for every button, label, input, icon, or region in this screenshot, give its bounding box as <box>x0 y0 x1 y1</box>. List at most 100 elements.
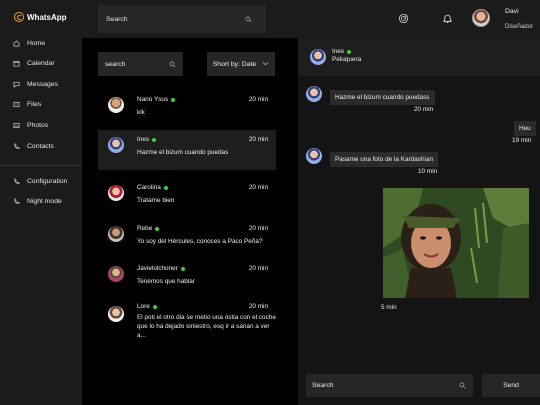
chat-name: Nano Ysus <box>137 96 176 103</box>
chat-preview: Yo soy del Hércules, conoces a Paco Peña… <box>137 238 263 245</box>
chat-name-text: Rebe <box>137 225 153 232</box>
chat-preview: Hazme el bizum cuando puedas <box>137 149 229 156</box>
chat-time: 20 min <box>248 225 268 232</box>
chat-item-javielolchoner[interactable]: Javielolchoner 20 min Tenemos que hablar <box>98 259 276 299</box>
sidebar-item-calendar[interactable]: Calendar <box>13 60 55 67</box>
chat-preview: El poti el otro dia se metio una ostia c… <box>137 314 276 339</box>
avatar <box>108 306 124 322</box>
chevron-down-icon <box>262 61 269 68</box>
chat-time: 20 min <box>248 184 268 191</box>
chat-search-input[interactable]: search <box>98 52 183 76</box>
search-icon <box>459 382 466 389</box>
sidebar-item-files[interactable]: Files <box>13 101 41 108</box>
sidebar: WhatsApp Home Calendar Messages Files Ph… <box>0 0 82 405</box>
calendar-icon <box>13 60 20 67</box>
sidebar-item-home[interactable]: Home <box>13 40 45 47</box>
online-indicator <box>163 185 168 190</box>
chat-item-carolina[interactable]: Carolina 20 min Tratame bien <box>98 178 276 218</box>
chat-item-lore[interactable]: Lore 20 min El poti el otro dia se metio… <box>98 297 276 349</box>
sidebar-item-messages[interactable]: Messages <box>13 81 58 88</box>
image-icon <box>13 122 20 129</box>
chat-icon <box>13 81 20 88</box>
whatsapp-logo-icon <box>14 12 24 22</box>
contact-avatar[interactable] <box>310 49 326 65</box>
sidebar-item-photos[interactable]: Photos <box>13 122 48 129</box>
sidebar-item-label: Files <box>27 101 42 108</box>
avatar <box>108 97 124 113</box>
chat-item-ines[interactable]: Ines 20 min Hazme el bizum cuando puedas <box>98 130 276 170</box>
chat-name: Rebe <box>137 225 160 232</box>
avatar <box>108 226 124 242</box>
online-indicator <box>171 97 176 102</box>
conversation-header: Ines Peluquera <box>298 38 540 76</box>
avatar <box>306 86 322 102</box>
app-logo[interactable]: WhatsApp <box>14 12 67 22</box>
contact-name: Ines <box>332 48 352 55</box>
sidebar-item-configuration[interactable]: Configuration <box>13 178 67 185</box>
message-time: 10 min <box>418 168 438 175</box>
search-icon <box>245 16 252 23</box>
message-input[interactable]: Search <box>306 374 473 397</box>
contact-name-text: Ines <box>332 48 345 55</box>
message-input-placeholder: Search <box>312 382 334 389</box>
top-search-input[interactable]: Search <box>98 5 266 33</box>
user-avatar[interactable] <box>472 9 490 27</box>
chat-name-text: Carolina <box>137 184 161 191</box>
photo-image <box>383 188 529 298</box>
send-button[interactable]: Send <box>482 374 540 397</box>
chat-name: Ines <box>137 136 157 143</box>
chat-list-panel: search Short by: Date Nano Ysus 20 min k… <box>82 38 298 405</box>
sort-dropdown[interactable]: Short by: Date <box>207 52 275 76</box>
phone-icon <box>13 198 20 205</box>
online-indicator <box>155 226 160 231</box>
sort-label: Short by: Date <box>212 60 257 68</box>
user-role: Diseñador <box>505 23 534 30</box>
chat-name-text: Nano Ysus <box>137 96 169 103</box>
folder-icon <box>13 101 20 108</box>
message-time: 19 min <box>512 137 532 144</box>
target-icon[interactable] <box>398 13 409 24</box>
chat-preview: klk <box>137 109 145 116</box>
online-indicator <box>152 304 157 309</box>
online-indicator <box>152 137 157 142</box>
sidebar-item-label: Night mode <box>27 198 62 205</box>
user-name: Davi <box>505 8 519 15</box>
chat-time: 20 min <box>248 303 268 310</box>
home-icon <box>13 40 20 47</box>
top-header: Search Davi Diseñador <box>82 0 540 38</box>
sidebar-item-label: Calendar <box>27 60 55 67</box>
send-label: Send <box>503 382 519 389</box>
sidebar-item-label: Configuration <box>27 178 68 185</box>
sidebar-item-label: Photos <box>27 122 49 129</box>
chat-time: 20 min <box>248 96 268 103</box>
sidebar-item-contacts[interactable]: Contacts <box>13 143 54 150</box>
sidebar-item-label: Contacts <box>27 143 54 150</box>
avatar <box>306 148 322 164</box>
search-icon <box>169 61 176 68</box>
message-time: 20 min <box>414 106 434 113</box>
chat-preview: Tenemos que hablar <box>137 278 195 285</box>
chat-item-nano-ysus[interactable]: Nano Ysus 20 min klk <box>98 90 276 130</box>
phone-icon <box>13 178 20 185</box>
chat-preview: Tratame bien <box>137 197 175 204</box>
chat-name: Carolina <box>137 184 168 191</box>
online-indicator <box>180 266 185 271</box>
sidebar-divider <box>0 165 82 166</box>
sidebar-item-label: Messages <box>27 81 58 88</box>
chat-item-rebe[interactable]: Rebe 20 min Yo soy del Hércules, conoces… <box>98 219 276 259</box>
message-bubble: Heu <box>514 121 536 136</box>
chat-name-text: Javielolchoner <box>137 265 178 272</box>
message-bubble: Hazme el bizum cuando puedass <box>330 90 435 105</box>
contact-status: Peluquera <box>332 56 362 63</box>
chat-name: Javielolchoner <box>137 265 185 272</box>
photo-attachment[interactable] <box>383 188 529 298</box>
chat-name-text: Lore <box>137 303 150 310</box>
online-indicator <box>347 49 352 54</box>
avatar <box>108 137 124 153</box>
phone-icon <box>13 143 20 150</box>
sidebar-item-night-mode[interactable]: Night mode <box>13 198 62 205</box>
chat-name: Lore <box>137 303 157 310</box>
chat-name-text: Ines <box>137 136 150 143</box>
bell-icon[interactable] <box>442 13 453 24</box>
avatar <box>108 266 124 282</box>
